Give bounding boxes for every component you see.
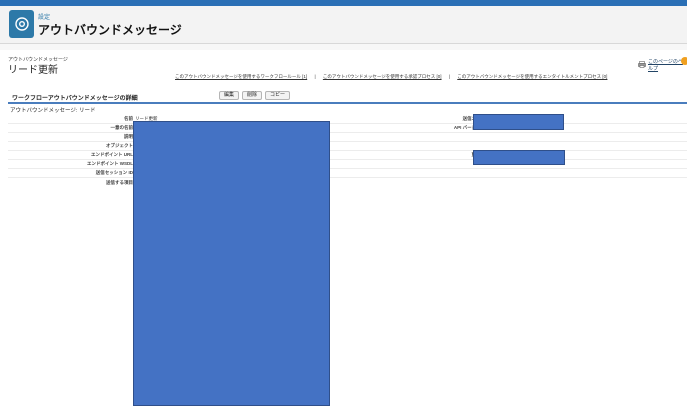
redaction-mask <box>133 121 330 406</box>
detail-buttons: 編集 削除 コピー <box>219 91 291 100</box>
field-row: 説明 <box>8 133 687 142</box>
endpoint-url-label: エンドポイント URL <box>91 152 133 157</box>
gear-icon <box>9 10 34 38</box>
field-row: エンドポイント WSDL <box>8 160 687 169</box>
detail-title: ワークフローアウトバウンドメッセージの詳細 <box>12 96 138 102</box>
unique-name-label: 一意の名前 <box>110 125 134 130</box>
redaction-mask <box>473 150 565 165</box>
link-separator: | <box>314 74 316 79</box>
page-title: アウトバウンドメッセージ <box>38 23 182 37</box>
gutter <box>0 44 687 50</box>
endpoint-wsdl-label: エンドポイント WSDL <box>87 161 133 166</box>
setup-label[interactable]: 設定 <box>38 12 50 21</box>
delete-button[interactable]: 削除 <box>242 91 263 100</box>
field-row: エンドポイント URL 更新者 <box>8 151 687 160</box>
help-link[interactable]: このページのヘルプ <box>638 58 687 72</box>
related-link-approval-processes[interactable]: このアウトバウンドメッセージを使用する承認プロセス [0] <box>323 74 442 79</box>
record-title: リード更新 <box>8 65 58 76</box>
field-row: 名前 リード更新 送信ユーザ <box>8 115 687 124</box>
fields-to-send-label: 送信する項目 <box>106 180 133 185</box>
help-icon[interactable] <box>681 57 687 65</box>
object-label: オブジェクト <box>106 143 133 148</box>
copy-button[interactable]: コピー <box>265 91 291 100</box>
send-session-id-label: 送信セッション ID <box>95 170 133 175</box>
description-label: 説明 <box>124 134 133 139</box>
printer-icon <box>638 60 646 70</box>
field-row: 送信セッション ID <box>8 169 687 178</box>
redaction-mask <box>473 114 564 130</box>
link-separator: | <box>448 74 450 79</box>
field-row: オブジェクト <box>8 142 687 151</box>
field-row: 一意の名前 API バージョン <box>8 124 687 133</box>
related-link-entitlement-processes[interactable]: このアウトバウンドメッセージを使用するエンタイトルメントプロセス [0] <box>457 74 607 79</box>
related-link-workflow-rules[interactable]: このアウトバウンドメッセージを使用するワークフロールール [1] <box>175 74 307 79</box>
edit-button[interactable]: 編集 <box>219 91 240 100</box>
related-links: このアウトバウンドメッセージを使用するワークフロールール [1] | このアウト… <box>175 74 607 80</box>
page-header: 設定 アウトバウンドメッセージ <box>0 6 687 44</box>
section-title: アウトバウンドメッセージ: リード <box>10 108 96 114</box>
name-label: 名前 <box>124 116 133 121</box>
detail-header: ワークフローアウトバウンドメッセージの詳細 編集 削除 コピー <box>8 89 687 104</box>
field-row: 送信する項目 <box>8 179 687 188</box>
